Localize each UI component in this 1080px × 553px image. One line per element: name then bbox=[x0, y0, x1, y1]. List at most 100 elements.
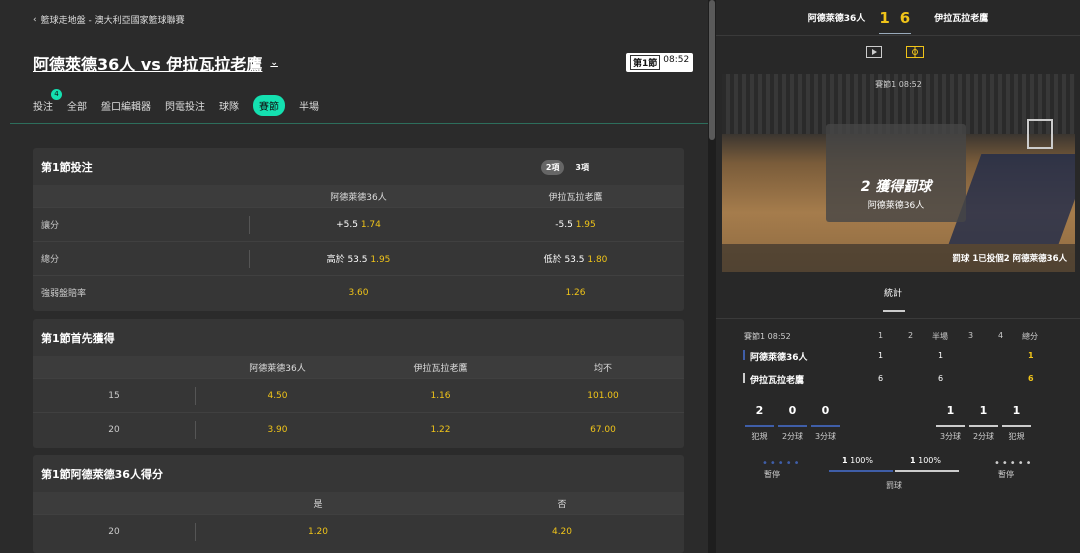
clock-period: 第1節 bbox=[630, 55, 661, 70]
away-stat-boxes: 1 3分球 1 2分球 1 犯規 bbox=[934, 404, 1033, 442]
scrollbar-thumb[interactable] bbox=[709, 0, 715, 140]
odds-value: 1.95 bbox=[370, 255, 391, 265]
media-switch bbox=[866, 46, 924, 58]
odds-cell[interactable]: 1.20 bbox=[196, 527, 440, 537]
stat-label: 2分球 bbox=[781, 432, 804, 441]
row-label: 20 bbox=[108, 526, 120, 537]
away-q1: 6 bbox=[878, 374, 884, 383]
home-total: 1 bbox=[1028, 351, 1034, 360]
home-ft-bar bbox=[829, 470, 893, 472]
stats-away-name: 伊拉瓦拉老鷹 bbox=[750, 376, 805, 386]
divider bbox=[716, 318, 1080, 319]
tab-divider bbox=[10, 123, 708, 124]
home-ft: 1 100% bbox=[842, 456, 873, 465]
tab-bets[interactable]: 投注 4 bbox=[33, 89, 62, 116]
stat-bar bbox=[811, 425, 840, 427]
odds-cell[interactable]: 1.26 bbox=[467, 288, 684, 298]
odds-cell[interactable]: 低於 53.5 1.80 bbox=[467, 252, 684, 265]
odds-cell[interactable]: -5.5 1.95 bbox=[467, 220, 684, 230]
section-header[interactable]: 第1節首先獲得 bbox=[33, 319, 684, 356]
match-title-text[interactable]: 阿德萊德36人 vs 伊拉瓦拉老鷹 bbox=[33, 51, 262, 75]
tab-teams[interactable]: 球隊 bbox=[219, 95, 239, 116]
odds-cell[interactable]: 1.16 bbox=[359, 391, 522, 401]
breadcrumb-text[interactable]: 籃球走地盤 - 澳大利亞國家籃球聯賽 bbox=[41, 13, 185, 26]
video-icon[interactable] bbox=[866, 46, 882, 58]
stat-box: 2 犯規 bbox=[743, 404, 776, 442]
odds-cell[interactable]: 4.20 bbox=[440, 527, 684, 537]
stat-box: 0 3分球 bbox=[809, 404, 842, 442]
odds-cell[interactable]: 3.90 bbox=[196, 425, 359, 435]
stat-value: 1 bbox=[979, 404, 988, 417]
event-footer: 罰球 1已投個2 阿德萊德36人 bbox=[722, 244, 1075, 272]
away-ft: 1 100% bbox=[910, 456, 941, 465]
bet-count-badge: 4 bbox=[51, 89, 62, 100]
match-title[interactable]: 阿德萊德36人 vs 伊拉瓦拉老鷹 ⌄ bbox=[33, 51, 278, 75]
home-stat-boxes: 2 犯規 0 2分球 0 3分球 bbox=[743, 404, 842, 442]
tab-half[interactable]: 半場 bbox=[299, 95, 319, 116]
period-time: 08:52 bbox=[767, 332, 791, 341]
court-animation-icon[interactable] bbox=[906, 46, 924, 58]
column-header: 是 否 bbox=[33, 492, 684, 514]
col-q1: 1 bbox=[878, 331, 884, 340]
chevron-left-icon[interactable]: ‹ bbox=[33, 15, 37, 25]
away-ft-made: 1 bbox=[910, 456, 916, 465]
tab-flash-bet[interactable]: 閃電投注 bbox=[165, 95, 205, 116]
stat-label: 3分球 bbox=[814, 432, 837, 441]
stat-value: 1 bbox=[1012, 404, 1021, 417]
score-underline bbox=[879, 33, 911, 34]
stat-label: 2分球 bbox=[972, 432, 995, 441]
odds-cell[interactable]: 67.00 bbox=[522, 425, 684, 435]
odds-cell[interactable]: 101.00 bbox=[522, 391, 684, 401]
stat-bar bbox=[969, 425, 998, 427]
match-clock: 第1節 08:52 bbox=[626, 53, 694, 72]
away-score: 6 bbox=[899, 8, 921, 27]
odds-value: 1.95 bbox=[575, 219, 596, 230]
score-values: 16 bbox=[879, 9, 920, 27]
col-q2: 2 bbox=[908, 331, 914, 340]
total-line: 高於 53.5 bbox=[326, 255, 368, 265]
odds-cell[interactable]: 3.60 bbox=[250, 288, 467, 298]
tab-stats[interactable]: 統計 bbox=[884, 286, 902, 299]
col-away: 伊拉瓦拉老鷹 bbox=[413, 363, 468, 374]
odds-cell[interactable]: 4.50 bbox=[196, 391, 359, 401]
chevron-down-icon[interactable]: ⌄ bbox=[270, 58, 278, 68]
market-tabs: 投注 4 全部 盤口編輯器 閃電投注 球隊 賽節 半場 bbox=[33, 89, 319, 116]
row-label: 總分 bbox=[41, 255, 60, 265]
away-half: 6 bbox=[938, 374, 944, 383]
toggle-2way[interactable]: 2項 bbox=[540, 160, 565, 175]
table-row: 15 4.50 1.16 101.00 bbox=[33, 378, 684, 412]
odds-cell[interactable]: 1.22 bbox=[359, 425, 522, 435]
col-no: 否 bbox=[557, 499, 567, 510]
period-label: 賽節1 bbox=[744, 332, 766, 341]
breadcrumb[interactable]: ‹ 籃球走地盤 - 澳大利亞國家籃球聯賽 bbox=[33, 13, 185, 27]
stats-period: 賽節1 08:52 bbox=[744, 331, 791, 342]
odds-cell[interactable]: +5.5 1.74 bbox=[250, 220, 467, 230]
stat-label: 犯規 bbox=[1008, 432, 1025, 441]
court-key bbox=[948, 154, 1075, 244]
stat-bar bbox=[778, 425, 807, 427]
stats-home-name: 阿德萊德36人 bbox=[750, 353, 808, 363]
stat-box: 0 2分球 bbox=[776, 404, 809, 442]
tab-quarters[interactable]: 賽節 bbox=[253, 95, 285, 116]
section-title: 第1節投注 bbox=[41, 160, 93, 174]
scrollbar[interactable] bbox=[708, 0, 716, 553]
section-header[interactable]: 第1節投注 2項 3項 bbox=[33, 148, 684, 185]
tab-market-editor[interactable]: 盤口編輯器 bbox=[101, 95, 151, 116]
section-header[interactable]: 第1節阿德萊德36人得分 bbox=[33, 455, 684, 492]
odds-cell[interactable]: 高於 53.5 1.95 bbox=[250, 252, 467, 265]
tab-underline bbox=[883, 310, 905, 312]
stat-bar bbox=[936, 425, 965, 427]
toggle-3way[interactable]: 3項 bbox=[570, 160, 594, 175]
event-team: 阿德萊德36人 bbox=[867, 201, 925, 211]
stat-value: 0 bbox=[821, 404, 830, 417]
col-q3: 3 bbox=[968, 331, 974, 340]
column-header: 阿德萊德36人 伊拉瓦拉老鷹 均不 bbox=[33, 356, 684, 378]
col-yes: 是 bbox=[313, 499, 323, 510]
away-timeout-dots: ••••• bbox=[994, 458, 1034, 469]
col-home: 阿德萊德36人 bbox=[249, 363, 306, 374]
tab-all[interactable]: 全部 bbox=[67, 95, 87, 116]
market-quarter1-first-to: 第1節首先獲得 阿德萊德36人 伊拉瓦拉老鷹 均不 15 4.50 1.16 1… bbox=[33, 319, 684, 448]
home-timeout-dots: ••••• bbox=[762, 458, 802, 469]
home-team-name: 阿德萊德36人 bbox=[807, 14, 866, 24]
stat-box: 1 2分球 bbox=[967, 404, 1000, 442]
